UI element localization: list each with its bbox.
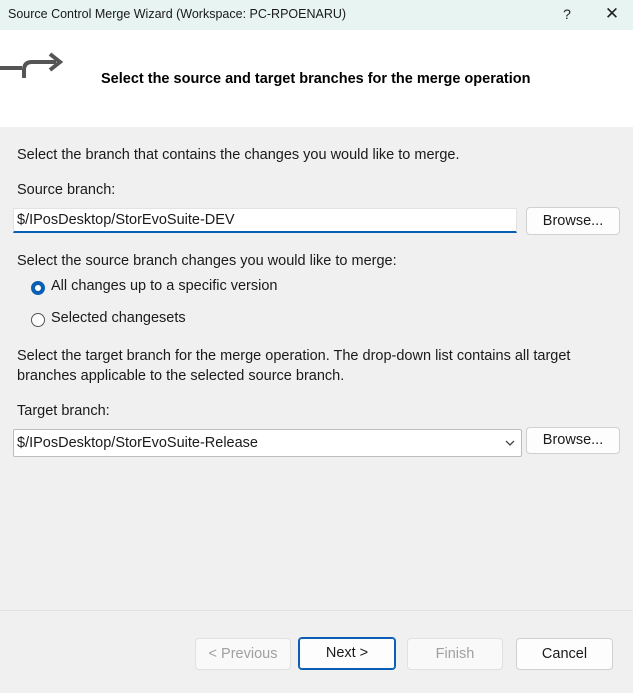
radio-label-selected-changesets[interactable]: Selected changesets bbox=[51, 310, 186, 326]
finish-button[interactable]: Finish bbox=[407, 638, 503, 670]
page-heading: Select the source and target branches fo… bbox=[101, 71, 531, 87]
close-button[interactable]: ✕ bbox=[596, 0, 628, 30]
target-branch-label: Target branch: bbox=[17, 403, 110, 419]
radio-label-all-changes[interactable]: All changes up to a specific version bbox=[51, 278, 278, 294]
wizard-header: Select the source and target branches fo… bbox=[0, 30, 633, 127]
window-title: Source Control Merge Wizard (Workspace: … bbox=[8, 7, 347, 21]
source-branch-label: Source branch: bbox=[17, 182, 116, 198]
source-branch-field[interactable] bbox=[13, 208, 517, 233]
target-intro-line1: Select the target branch for the merge o… bbox=[17, 348, 571, 364]
title-bar: Source Control Merge Wizard (Workspace: … bbox=[0, 0, 633, 30]
help-button[interactable]: ? bbox=[554, 0, 580, 30]
target-branch-value: $/IPosDesktop/StorEvoSuite-Release bbox=[17, 435, 258, 451]
chevron-down-icon[interactable] bbox=[503, 436, 517, 450]
radio-button-unchecked[interactable] bbox=[31, 313, 45, 327]
source-branch-input[interactable] bbox=[14, 209, 516, 231]
target-browse-button[interactable]: Browse... bbox=[526, 427, 620, 454]
target-branch-dropdown[interactable]: $/IPosDesktop/StorEvoSuite-Release bbox=[13, 429, 522, 457]
next-button[interactable]: Next > bbox=[298, 637, 396, 670]
source-browse-button[interactable]: Browse... bbox=[526, 207, 620, 235]
footer-divider bbox=[0, 610, 633, 611]
merge-arrow-icon bbox=[0, 52, 64, 78]
source-intro-text: Select the branch that contains the chan… bbox=[17, 147, 460, 163]
radio-button-checked[interactable] bbox=[31, 281, 45, 295]
cancel-button[interactable]: Cancel bbox=[516, 638, 613, 670]
merge-wizard-window: Source Control Merge Wizard (Workspace: … bbox=[0, 0, 633, 693]
changes-label: Select the source branch changes you wou… bbox=[17, 253, 397, 269]
target-intro-line2: branches applicable to the selected sour… bbox=[17, 368, 345, 384]
previous-button[interactable]: < Previous bbox=[195, 638, 291, 670]
